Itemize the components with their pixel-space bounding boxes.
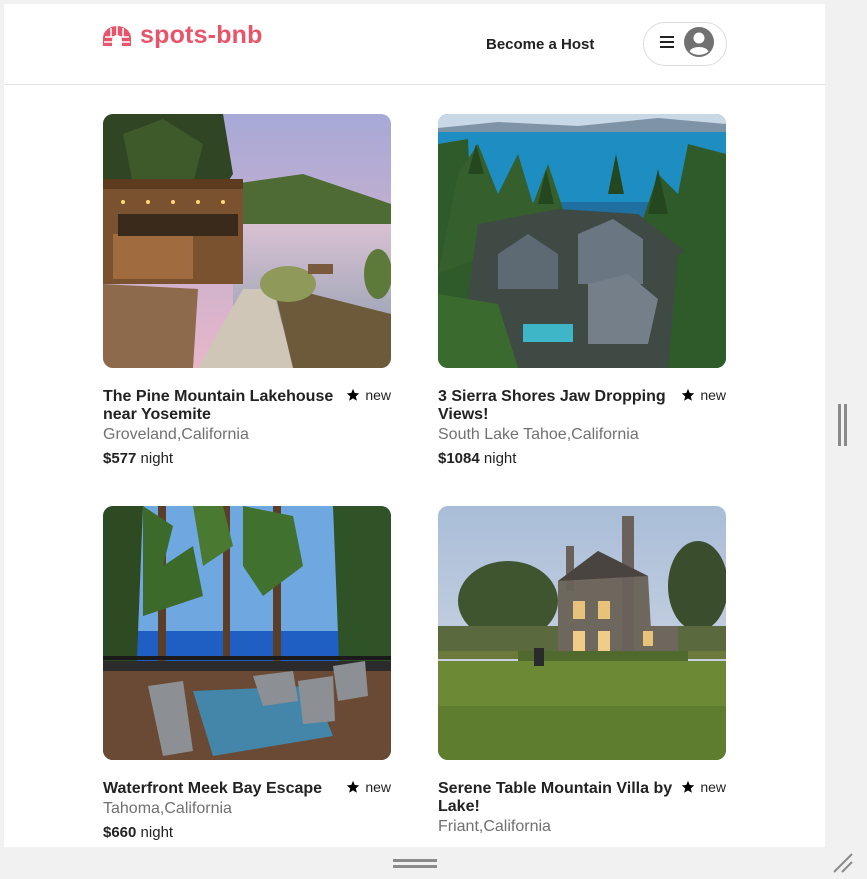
top-navbar: spots-bnb Become a Host <box>4 4 825 85</box>
listing-title: Serene Table Mountain Villa by Lake! <box>438 780 673 815</box>
resize-grip-icon[interactable] <box>830 850 854 874</box>
logo[interactable]: spots-bnb <box>102 21 263 50</box>
listing-photo[interactable] <box>438 506 726 760</box>
listing-rating: new <box>681 779 726 795</box>
listing-info: The Pine Mountain Lakehouse near Yosemit… <box>103 387 391 467</box>
hamburger-icon <box>660 35 674 53</box>
listing-rating: new <box>346 387 391 403</box>
listing-title: 3 Sierra Shores Jaw Dropping Views! <box>438 388 666 423</box>
star-icon <box>346 388 365 402</box>
listing-rating: new <box>681 387 726 403</box>
star-icon <box>346 780 365 794</box>
price-value: $1084 <box>438 450 480 467</box>
price-unit: night <box>140 450 174 467</box>
vertical-scrollbar[interactable] <box>838 404 847 446</box>
listing-info: Serene Table Mountain Villa by Lake! new… <box>438 779 726 837</box>
user-avatar-icon <box>684 26 714 62</box>
listing-card[interactable]: Serene Table Mountain Villa by Lake! new… <box>438 506 726 837</box>
listing-title: The Pine Mountain Lakehouse near Yosemit… <box>103 388 334 423</box>
rating-label: new <box>700 779 726 795</box>
listing-location: Friant,California <box>438 818 551 835</box>
price-value: $577 <box>103 450 137 467</box>
listing-card[interactable]: The Pine Mountain Lakehouse near Yosemit… <box>103 114 391 467</box>
rating-label: new <box>365 387 391 403</box>
user-menu-button[interactable] <box>643 22 727 66</box>
listing-photo[interactable] <box>103 506 391 760</box>
price-unit: night <box>483 450 517 467</box>
logo-text: spots-bnb <box>140 21 263 49</box>
listing-photo[interactable] <box>438 114 726 368</box>
become-host-link[interactable]: Become a Host <box>486 36 594 53</box>
rating-label: new <box>365 779 391 795</box>
igloo-icon <box>102 24 132 48</box>
listing-title: Waterfront Meek Bay Escape <box>103 780 323 797</box>
listing-price: $1084 night <box>438 450 726 467</box>
listing-price: $660 night <box>103 824 391 841</box>
listing-card[interactable]: 3 Sierra Shores Jaw Dropping Views! new … <box>438 114 726 467</box>
listing-location: South Lake Tahoe,California <box>438 426 639 443</box>
listing-location: Groveland,California <box>103 426 249 443</box>
star-icon <box>681 780 700 794</box>
listing-rating: new <box>346 779 391 795</box>
listing-photo[interactable] <box>103 114 391 368</box>
star-icon <box>681 388 700 402</box>
listing-price: $577 night <box>103 450 391 467</box>
rating-label: new <box>700 387 726 403</box>
listing-card[interactable]: Waterfront Meek Bay Escape new Tahoma,Ca… <box>103 506 391 841</box>
price-unit: night <box>140 824 174 841</box>
price-value: $660 <box>103 824 137 841</box>
listing-info: 3 Sierra Shores Jaw Dropping Views! new … <box>438 387 726 467</box>
listing-info: Waterfront Meek Bay Escape new Tahoma,Ca… <box>103 779 391 841</box>
horizontal-scrollbar[interactable] <box>393 856 437 868</box>
page-viewport: spots-bnb Become a Host The Pine Mountai… <box>4 4 825 847</box>
listing-location: Tahoma,California <box>103 800 232 817</box>
